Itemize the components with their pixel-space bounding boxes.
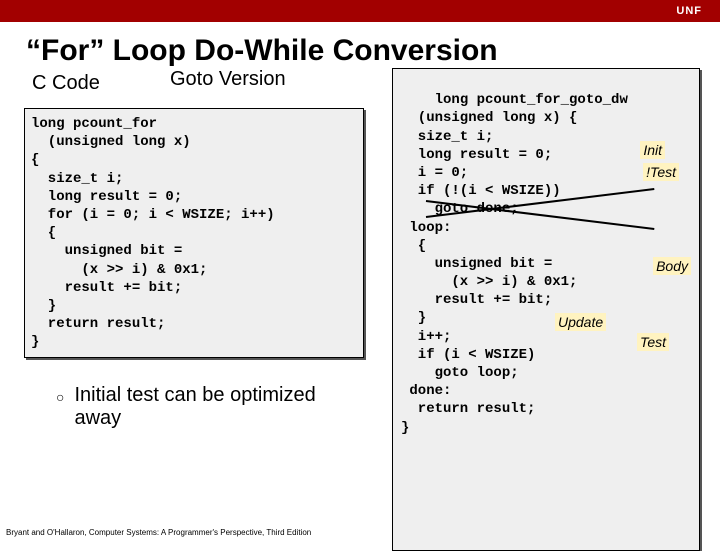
footer-citation: Bryant and O'Hallaron, Computer Systems:… [6,528,311,537]
left-code-box: long pcount_for (unsigned long x) { size… [24,108,364,358]
brand-label: UNF [676,5,702,17]
bullet-row: ○ Initial test can be optimized away [56,384,366,430]
annotation-body: Body [653,257,691,275]
bullet-text: Initial test can be optimized away [74,384,366,430]
annotation-init: Init [640,141,665,159]
ccode-heading: C Code [32,72,100,95]
annotation-test: Test [637,333,669,351]
bullet-icon: ○ [56,384,64,430]
slide-title: “For” Loop Do-While Conversion [26,34,720,68]
right-code-box: long pcount_for_goto_dw (unsigned long x… [392,68,700,551]
right-code-text: long pcount_for_goto_dw (unsigned long x… [401,92,628,435]
topbar: UNF [0,0,720,22]
goto-heading: Goto Version [170,68,286,91]
annotation-update: Update [555,313,606,331]
annotation-ntest: !Test [643,163,679,181]
